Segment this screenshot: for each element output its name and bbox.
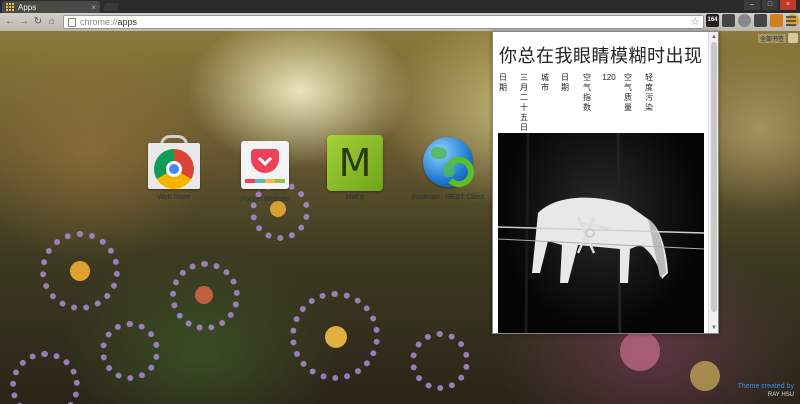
window-controls: – □ × <box>744 0 796 10</box>
panel-content: 你总在我眼睛模糊时出现 日期 三月二十五日 城市 日期 120 空气指数 空气质… <box>493 32 709 333</box>
app-label: Postman - REST Client <box>411 194 485 201</box>
info-column: 空气指数 <box>583 73 591 112</box>
theme-author: RAY HSU <box>767 392 794 398</box>
flower-center <box>70 261 90 281</box>
theme-credit-line[interactable]: Theme created by <box>738 382 794 391</box>
info-column: 城市 <box>541 73 549 92</box>
scroll-thumb[interactable] <box>711 42 717 312</box>
horse-photo <box>498 133 704 333</box>
info-column: 三月二十五日 <box>520 73 528 132</box>
url-text: chrome://apps <box>80 17 138 27</box>
m-icon: M <box>327 135 383 191</box>
info-column: 空气质量 <box>624 73 632 112</box>
info-column: 日期 <box>499 73 507 92</box>
tab-title: Apps <box>18 2 37 12</box>
flower-center <box>270 201 286 217</box>
pocket-icon <box>237 137 293 193</box>
tab-strip: Apps × – □ × <box>0 0 800 13</box>
app-web-store[interactable]: Web Store <box>139 135 209 201</box>
reload-button[interactable]: ↻ <box>31 15 45 29</box>
flower-decoration <box>10 351 80 404</box>
panel-scrollbar[interactable]: ▲ ▼ <box>708 32 718 333</box>
postman-globe-icon <box>420 135 476 191</box>
browser-toolbar: ← → ↻ ⌂ chrome://apps ☆ 164 <box>0 13 800 31</box>
scroll-down-arrow-icon[interactable]: ▼ <box>710 324 718 332</box>
home-button[interactable]: ⌂ <box>45 15 59 29</box>
forward-button[interactable]: → <box>17 15 31 29</box>
scroll-up-arrow-icon[interactable]: ▲ <box>710 33 718 41</box>
app-label: Web Store <box>157 194 191 201</box>
tab-close-icon[interactable]: × <box>91 3 96 12</box>
flower-decoration <box>410 331 470 391</box>
apps-grid-icon <box>6 3 14 11</box>
flower-decoration <box>100 321 160 381</box>
app-mail[interactable]: M Mail.p <box>320 135 390 201</box>
app-postman[interactable]: Postman - REST Client <box>408 135 488 201</box>
address-bar[interactable]: chrome://apps ☆ <box>63 15 704 29</box>
flower-decoration <box>690 361 720 391</box>
app-pocket[interactable]: Pocket Website <box>230 137 300 203</box>
extension-icon[interactable] <box>738 14 751 27</box>
extension-icon[interactable] <box>770 14 783 27</box>
minimize-button[interactable]: – <box>744 0 760 10</box>
info-column: 轻度污染 <box>645 73 653 112</box>
theme-credit: Theme created by RAY HSU <box>738 382 794 400</box>
new-tab-button[interactable] <box>102 3 120 11</box>
info-column: 日期 <box>561 73 569 92</box>
extension-icon[interactable] <box>722 14 735 27</box>
maximize-button[interactable]: □ <box>762 0 778 10</box>
flower-center <box>195 286 213 304</box>
panel-title: 你总在我眼睛模糊时出现 <box>499 46 703 67</box>
extension-badge-button[interactable]: 164 <box>706 14 719 27</box>
close-window-button[interactable]: × <box>780 0 796 10</box>
extension-icon[interactable] <box>754 14 767 27</box>
menu-icon[interactable] <box>786 16 796 26</box>
tab-apps[interactable]: Apps × <box>2 1 100 13</box>
weather-popup-panel: 你总在我眼睛模糊时出现 日期 三月二十五日 城市 日期 120 空气指数 空气质… <box>492 31 719 334</box>
app-label: Pocket Website <box>240 196 290 203</box>
info-column: 120 <box>602 73 616 82</box>
flower-decoration <box>620 331 660 371</box>
page-icon <box>68 17 76 27</box>
all-bookmarks-link[interactable]: 全部书签 <box>757 33 786 43</box>
app-label: Mail.p <box>345 194 365 201</box>
back-button[interactable]: ← <box>3 15 17 29</box>
avatar[interactable] <box>788 33 798 43</box>
bookmarks-user-area: 全部书签 <box>757 33 798 43</box>
flower-center <box>325 326 347 348</box>
bookmark-star-icon[interactable]: ☆ <box>690 15 700 28</box>
chrome-web-store-icon <box>146 135 202 191</box>
